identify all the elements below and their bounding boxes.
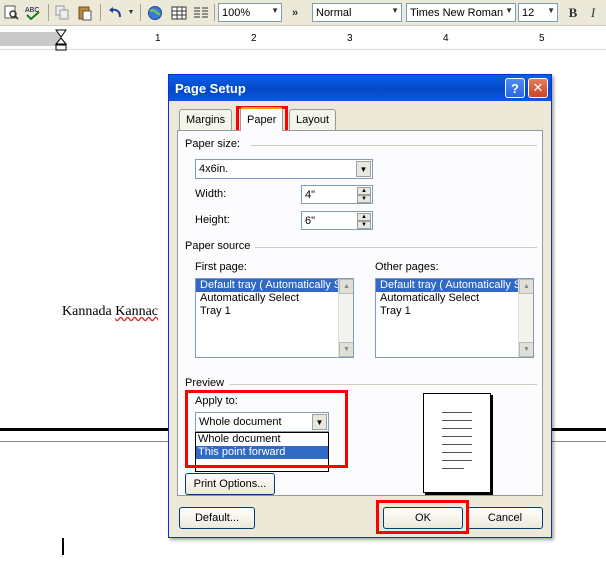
ruler-number: 1 (155, 33, 161, 44)
horizontal-ruler[interactable]: 1 2 3 4 5 (0, 28, 606, 50)
chevron-down-icon[interactable]: ▼ (356, 161, 371, 177)
height-value: 6" (305, 214, 316, 227)
ruler-number: 3 (347, 33, 353, 44)
preview-line (442, 428, 472, 429)
toolbar-options-icon[interactable]: » (288, 3, 302, 22)
spin-up-icon[interactable]: ▲ (357, 213, 371, 221)
other-pages-list[interactable]: Default tray ( Automatically Select) Aut… (375, 278, 534, 358)
toolbar-separator (48, 4, 49, 21)
document-word: Kannada (62, 304, 116, 319)
list-item[interactable]: Default tray ( Automatically Select) (376, 279, 533, 292)
paper-size-value: 4x6in. (199, 163, 229, 175)
toolbar-separator (100, 4, 101, 21)
paper-size-select[interactable]: 4x6in. ▼ (195, 159, 373, 179)
ruler-number: 2 (251, 33, 257, 44)
paper-size-label: Paper size: (185, 138, 245, 150)
spin-down-icon[interactable]: ▼ (357, 195, 371, 203)
preview-line (442, 444, 472, 445)
font-size-combo[interactable]: 12 ▼ (518, 3, 558, 22)
italic-button[interactable]: I (584, 3, 602, 22)
list-scrollbar[interactable]: ▲ ▼ (518, 279, 533, 357)
chevron-down-icon[interactable]: ▼ (271, 6, 279, 15)
list-scrollbar[interactable]: ▲ ▼ (338, 279, 353, 357)
tab-margins[interactable]: Margins (179, 109, 233, 130)
first-page-label: First page: (195, 261, 247, 273)
width-value: 4" (305, 188, 316, 201)
web-globe-icon[interactable] (144, 3, 166, 22)
page-setup-dialog: Page Setup ? ✕ Margins Paper Layout Pape… (168, 74, 552, 538)
text-caret (62, 538, 64, 555)
ruler-number: 5 (539, 33, 545, 44)
preview-line (442, 460, 472, 461)
other-pages-label: Other pages: (375, 261, 439, 273)
list-item[interactable]: Tray 1 (376, 305, 533, 318)
page-preview (423, 393, 491, 493)
help-button[interactable]: ? (505, 78, 525, 98)
preview-label: Preview (185, 377, 229, 389)
group-divider (229, 384, 537, 385)
list-item[interactable]: Default tray ( Automatically Select) (196, 279, 353, 292)
indent-marker-icon[interactable] (54, 29, 68, 54)
dialog-title: Page Setup (175, 80, 246, 96)
list-item[interactable]: Tray 1 (196, 305, 353, 318)
tab-layout[interactable]: Layout (289, 109, 337, 130)
copy-icon[interactable] (52, 3, 72, 22)
columns-icon[interactable] (190, 3, 212, 22)
font-combo[interactable]: Times New Roman ▼ (406, 3, 516, 22)
font-value: Times New Roman (410, 6, 504, 19)
width-label: Width: (195, 188, 227, 200)
width-stepper[interactable]: 4" ▲ ▼ (301, 185, 373, 204)
undo-icon[interactable] (104, 3, 126, 22)
height-label: Height: (195, 214, 230, 226)
zoom-value: 100% (222, 6, 251, 19)
print-options-button[interactable]: Print Options... (185, 473, 275, 495)
print-preview-icon[interactable] (2, 3, 20, 22)
scroll-down-icon[interactable]: ▼ (519, 342, 533, 357)
scroll-up-icon[interactable]: ▲ (339, 279, 353, 294)
font-size-value: 12 (522, 6, 535, 19)
list-item[interactable]: Automatically Select (376, 292, 533, 305)
highlight-apply-to (185, 390, 348, 468)
toolbar-separator (140, 4, 141, 21)
spin-down-icon[interactable]: ▼ (357, 221, 371, 229)
ruler-ticks (0, 38, 606, 40)
highlight-ok (376, 500, 469, 534)
bold-button[interactable]: B (564, 3, 582, 22)
document-text[interactable]: Kannada Kannac (62, 304, 158, 320)
formatting-toolbar: ABC ▼ 100% ▼ » Normal ▼ Times New Roman … (0, 0, 606, 26)
preview-line (442, 412, 472, 413)
preview-line (442, 436, 472, 437)
first-page-list[interactable]: Default tray ( Automatically Select) Aut… (195, 278, 354, 358)
group-divider (251, 145, 537, 146)
ruler-number: 4 (443, 33, 449, 44)
scroll-down-icon[interactable]: ▼ (339, 342, 353, 357)
toolbar-separator (214, 4, 215, 21)
dialog-title-bar[interactable]: Page Setup (169, 75, 551, 101)
style-value: Normal (316, 6, 352, 19)
group-divider (255, 247, 537, 248)
chevron-down-icon[interactable]: ▼ (505, 6, 513, 15)
preview-line (442, 420, 472, 421)
spin-up-icon[interactable]: ▲ (357, 187, 371, 195)
spelling-check-icon[interactable]: ABC (22, 3, 44, 22)
document-word-misspelled: Kannac (115, 304, 159, 319)
cancel-button[interactable]: Cancel (467, 507, 543, 529)
preview-line (442, 468, 464, 469)
chevron-down-icon[interactable]: ▼ (391, 6, 399, 15)
tab-paper[interactable]: Paper (240, 107, 284, 131)
undo-dropdown-icon[interactable]: ▼ (126, 3, 136, 22)
default-button[interactable]: Default... (179, 507, 255, 529)
table-icon[interactable] (168, 3, 190, 22)
height-stepper[interactable]: 6" ▲ ▼ (301, 211, 373, 230)
preview-line (442, 452, 472, 453)
paste-icon[interactable] (74, 3, 96, 22)
zoom-combo[interactable]: 100% ▼ (218, 3, 282, 22)
style-combo[interactable]: Normal ▼ (312, 3, 402, 22)
list-item[interactable]: Automatically Select (196, 292, 353, 305)
scroll-up-icon[interactable]: ▲ (519, 279, 533, 294)
paper-source-label: Paper source (185, 240, 255, 252)
close-button[interactable]: ✕ (528, 78, 548, 98)
chevron-down-icon[interactable]: ▼ (547, 6, 555, 15)
